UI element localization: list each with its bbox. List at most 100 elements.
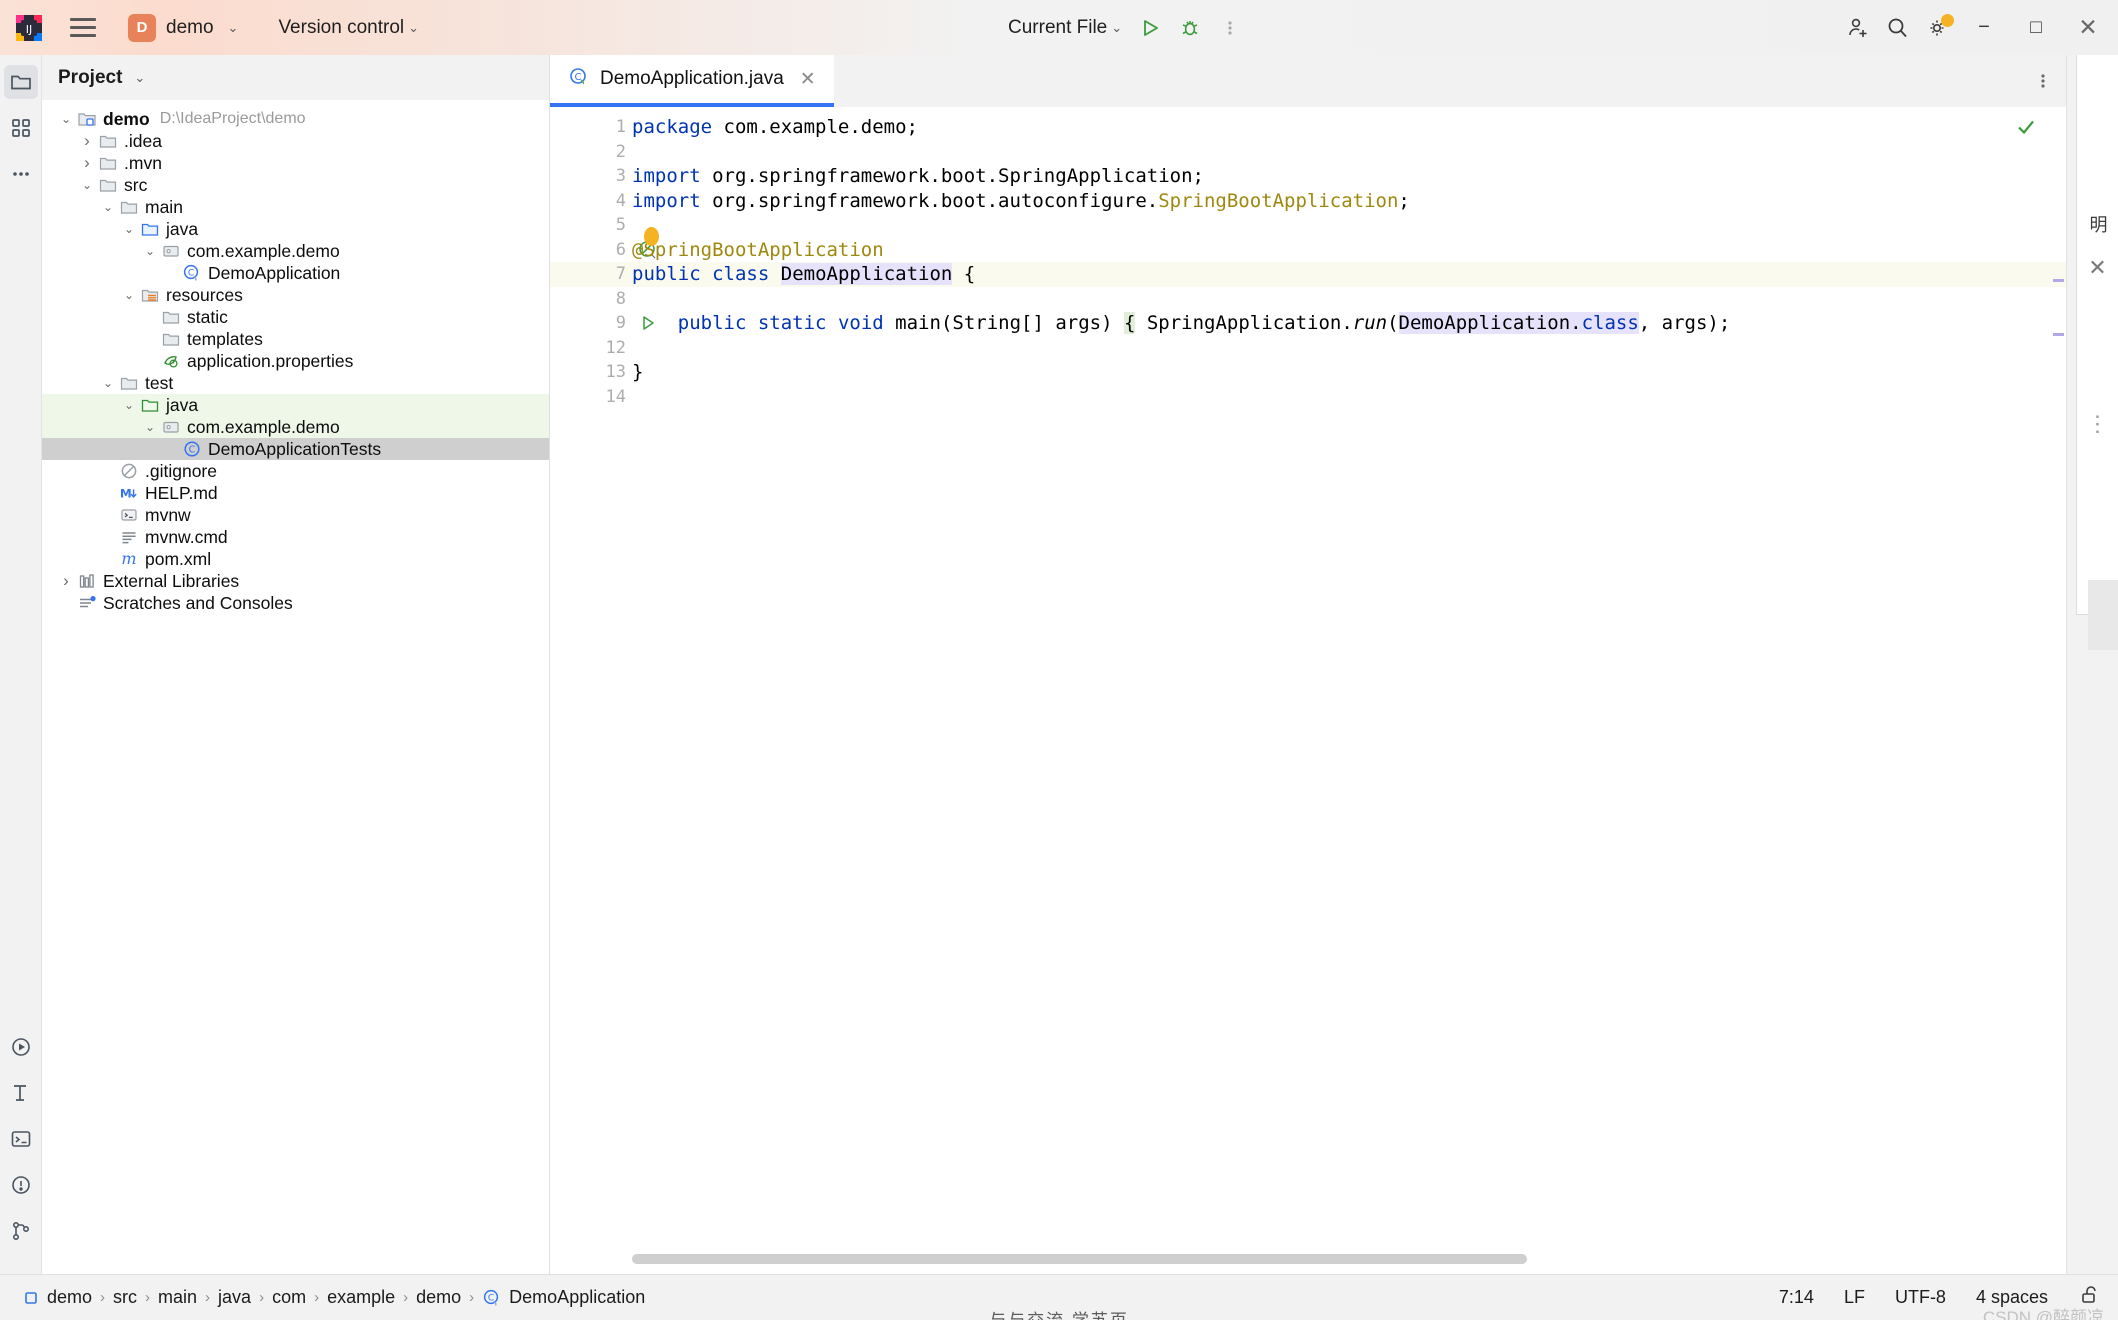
chevron-down-icon[interactable]: ⌄ (119, 398, 139, 412)
tree-node-demoapplicationtests[interactable]: C DemoApplicationTests (42, 438, 549, 460)
tree-node-test[interactable]: ⌄ test (42, 372, 549, 394)
editor-marker-bar[interactable] (2052, 107, 2066, 1274)
code-line-5[interactable] (632, 213, 2066, 238)
code-editor[interactable]: 1 2 3 4 5 6 7 8 9 › 12 13 14 package com.example.dem… (550, 107, 2066, 1274)
code-line-14[interactable] (632, 385, 2066, 410)
tree-node-mvnw-cmd[interactable]: mvnw.cmd (42, 526, 549, 548)
chevron-down-icon[interactable]: ⌄ (56, 112, 76, 126)
tree-node-mvnw[interactable]: mvnw (42, 504, 549, 526)
editor-horizontal-scrollbar[interactable] (632, 1254, 2052, 1264)
gutter-line-4[interactable]: 4 (550, 189, 632, 214)
sidebar-item-more[interactable] (4, 157, 38, 191)
tree-node-demo[interactable]: ⌄ demo D:\IdeaProject\demo (42, 108, 549, 130)
sidebar-item-problems[interactable] (4, 1168, 38, 1202)
project-panel-title: Project (58, 66, 123, 88)
code-line-9[interactable]: public static void main (String[] args) {… (632, 311, 2066, 336)
gutter-line-3[interactable]: 3 (550, 164, 632, 189)
tree-node-label: .mvn (124, 152, 162, 173)
caret-position[interactable]: 7:14 (1779, 1287, 1814, 1308)
chevron-down-icon[interactable]: ⌄ (140, 420, 160, 434)
code-line-12[interactable] (632, 336, 2066, 361)
gutter-line-14[interactable]: 14 (550, 385, 632, 410)
tree-node-java[interactable]: ⌄ java (42, 394, 549, 416)
tree-node-application-properties[interactable]: application.properties (42, 350, 549, 372)
chevron-down-icon[interactable]: ⌄ (77, 178, 97, 192)
chevron-down-icon[interactable]: ⌄ (98, 376, 118, 390)
code-line-13[interactable]: } (632, 360, 2066, 385)
tree-node-java[interactable]: ⌄ java (42, 218, 549, 240)
tree-node-com-example-demo[interactable]: ⌄ com.example.demo (42, 240, 549, 262)
tree-node-help-md[interactable]: M HELP.md (42, 482, 549, 504)
sidebar-item-project[interactable] (3, 65, 38, 99)
gutter-line-13[interactable]: 13 (550, 360, 632, 385)
code-line-4[interactable]: import org.springframework.boot.autoconf… (632, 189, 2066, 214)
chevron-down-icon[interactable]: ⌄ (119, 288, 139, 302)
main-menu-button[interactable] (66, 11, 100, 45)
version-control-widget[interactable]: Version control ⌄ (270, 13, 427, 43)
scrollbar-thumb[interactable] (632, 1254, 1527, 1264)
chevron-down-icon[interactable]: ⌄ (98, 200, 118, 214)
tree-node-com-example-demo[interactable]: ⌄ com.example.demo (42, 416, 549, 438)
tree-node-main[interactable]: ⌄ main (42, 196, 549, 218)
close-icon[interactable]: ✕ (2088, 255, 2106, 281)
sidebar-item-git[interactable] (4, 1214, 38, 1248)
file-encoding[interactable]: UTF-8 (1895, 1287, 1946, 1308)
debug-button[interactable] (1170, 9, 1210, 47)
chevron-right-icon[interactable]: › (77, 153, 97, 173)
tree-node-templates[interactable]: templates (42, 328, 549, 350)
project-tree[interactable]: ⌄ demo D:\IdeaProject\demo › .idea › .mvn ⌄ src ⌄… (42, 100, 549, 1274)
project-widget[interactable]: D demo ⌄ (122, 10, 248, 46)
gutter-line-8[interactable]: 8 (550, 287, 632, 312)
line-separator[interactable]: LF (1844, 1287, 1865, 1308)
tree-node-static[interactable]: static (42, 306, 549, 328)
more-run-options-button[interactable] (1210, 9, 1250, 47)
gear-icon[interactable] (1918, 9, 1958, 47)
code-line-7[interactable]: public class DemoApplication { (632, 262, 2066, 287)
tab-demoapplication-java[interactable]: C DemoApplication.java ✕ (550, 55, 834, 107)
tree-node-resources[interactable]: ⌄ resources (42, 284, 549, 306)
code-line-3[interactable]: import org.springframework.boot.SpringAp… (632, 164, 2066, 189)
close-icon[interactable]: ✕ (800, 68, 816, 91)
tree-node-pom-xml[interactable]: m pom.xml (42, 548, 549, 570)
run-configuration-selector[interactable]: Current File ⌄ (1000, 13, 1130, 43)
intention-bulb-icon[interactable] (644, 227, 659, 246)
code-pane[interactable]: package com.example.demo; import org.spr… (632, 107, 2066, 1274)
add-account-icon[interactable] (1838, 9, 1878, 47)
gutter-line-2[interactable]: 2 (550, 140, 632, 165)
tree-node-demoapplication[interactable]: C DemoApplication (42, 262, 549, 284)
tree-node-src[interactable]: ⌄ src (42, 174, 549, 196)
gutter-line-12[interactable]: 12 (550, 336, 632, 361)
chevron-down-icon[interactable]: ⌄ (140, 244, 160, 258)
inspection-status-widget[interactable] (2014, 115, 2038, 144)
minimize-button[interactable]: − (1958, 2, 2010, 54)
code-line-2[interactable] (632, 140, 2066, 165)
run-button[interactable] (1130, 9, 1170, 47)
editor-gutter[interactable]: 1 2 3 4 5 6 7 8 9 › 12 13 14 (550, 107, 684, 1274)
gutter-line-9[interactable]: 9 › (550, 311, 684, 336)
tree-node-idea[interactable]: › .idea (42, 130, 549, 152)
gutter-line-7[interactable]: 7 (550, 262, 654, 287)
chevron-down-icon[interactable]: ⌄ (119, 222, 139, 236)
chevron-down-icon[interactable]: ⌄ (134, 70, 145, 86)
tree-node-gitignore[interactable]: .gitignore (42, 460, 549, 482)
sidebar-item-structure[interactable] (4, 111, 38, 145)
tree-node-external-libraries[interactable]: › External Libraries (42, 570, 549, 592)
close-button[interactable]: ✕ (2062, 2, 2114, 54)
chevron-right-icon[interactable]: › (77, 131, 97, 151)
code-line-6[interactable]: @SpringBootApplication (632, 238, 2066, 263)
chevron-right-icon[interactable]: › (56, 571, 76, 591)
gutter-line-6[interactable]: 6 (550, 238, 656, 263)
sidebar-item-build[interactable] (4, 1076, 38, 1110)
sidebar-item-run[interactable] (4, 1030, 38, 1064)
gutter-line-1[interactable]: 1 (550, 115, 632, 140)
tree-node-scratches-and-consoles[interactable]: Scratches and Consoles (42, 592, 549, 614)
sidebar-item-terminal[interactable] (4, 1122, 38, 1156)
maximize-button[interactable]: □ (2010, 2, 2062, 54)
search-icon[interactable] (1878, 9, 1918, 47)
more-vertical-icon[interactable]: ⋮ (2087, 411, 2109, 437)
code-line-1[interactable]: package com.example.demo; (632, 115, 2066, 140)
editor-options-button[interactable] (2020, 55, 2066, 107)
gutter-line-5[interactable]: 5 (550, 213, 632, 238)
code-line-8[interactable] (632, 287, 2066, 312)
tree-node-mvn[interactable]: › .mvn (42, 152, 549, 174)
